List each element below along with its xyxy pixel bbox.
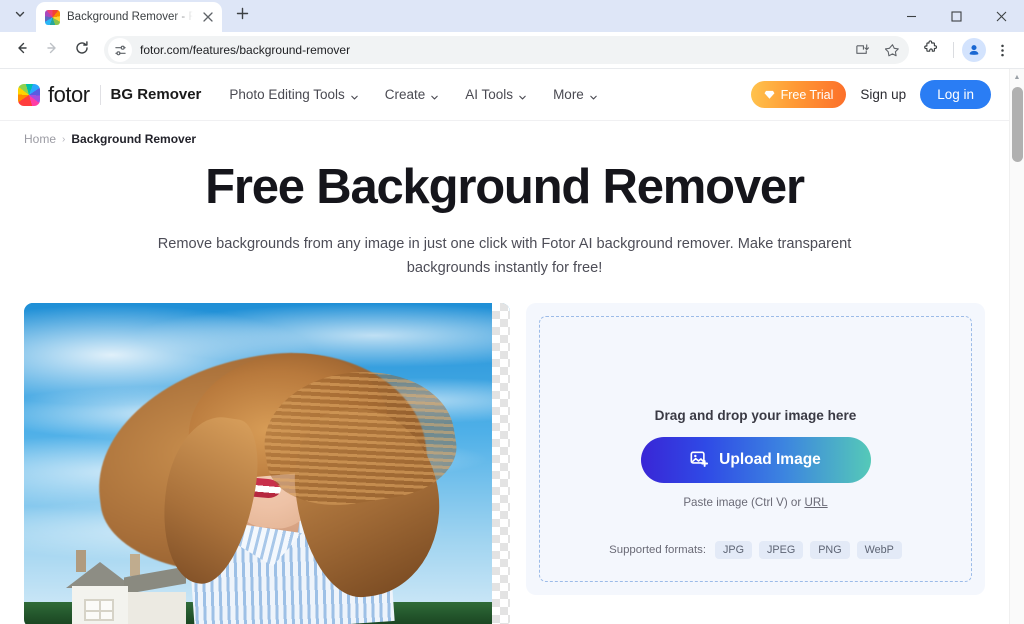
sign-up-link[interactable]: Sign up [860,87,906,102]
star-icon[interactable] [881,39,903,61]
supported-formats-label: Supported formats: [609,543,707,556]
image-upload-icon [690,450,709,469]
browser-toolbar: fotor.com/features/background-remover [0,32,1024,68]
page-title: Free Background Remover [205,160,805,214]
preview-image [24,302,510,624]
diamond-icon [764,89,775,100]
tab-title: Background Remover - Remove [67,11,193,23]
nav-item-more[interactable]: More [553,87,598,102]
checkerboard-transparency-strip [492,302,510,624]
main-nav: Photo Editing Tools Create AI Tools More [229,87,597,102]
close-icon[interactable] [200,9,216,25]
format-badge-png: PNG [810,540,850,559]
log-in-button[interactable]: Log in [920,80,991,109]
reload-button[interactable] [68,36,96,64]
breadcrumb-current: Background Remover [71,132,197,146]
extensions-button[interactable] [917,36,945,64]
breadcrumb-separator-icon: › [62,133,66,145]
browser-tab[interactable]: Background Remover - Remove [36,2,222,32]
forward-arrow-icon [44,40,60,61]
free-trial-button[interactable]: Free Trial [750,81,847,108]
log-in-label: Log in [937,87,974,102]
nav-label: Create [384,87,426,102]
page-settings-icon[interactable] [108,38,132,62]
forward-button[interactable] [38,36,66,64]
new-tab-button[interactable] [228,2,256,30]
page-viewport: fotor BG Remover Photo Editing Tools Cre… [0,68,1024,624]
tab-search-button[interactable] [6,2,34,30]
dropzone-title: Drag and drop your image here [654,407,857,423]
upload-panel: Drag and drop your image here Upload Ima… [526,302,985,595]
upload-image-label: Upload Image [719,450,821,468]
format-badge-webp: WebP [856,540,902,559]
breadcrumb-home-link[interactable]: Home [24,132,56,146]
upload-image-button[interactable]: Upload Image [640,436,871,483]
supported-formats: Supported formats: JPG JPEG PNG WebP [540,540,971,559]
toolbar-divider [953,42,954,58]
close-window-button[interactable] [979,0,1024,32]
format-badge-jpeg: JPEG [759,540,804,559]
fotor-color-wheel-icon [45,9,60,25]
nav-label: More [553,87,584,102]
reload-icon [74,40,90,61]
back-button[interactable] [8,36,36,64]
puzzle-piece-icon [923,39,939,61]
nav-item-photo-editing-tools[interactable]: Photo Editing Tools [229,87,358,102]
site-header: fotor BG Remover Photo Editing Tools Cre… [0,69,1009,121]
url-text[interactable]: fotor.com/features/background-remover [140,43,843,57]
page-scrollbar[interactable]: ▲ [1009,69,1024,624]
nav-label: Photo Editing Tools [229,87,345,102]
format-badge-jpg: JPG [715,540,753,559]
scrollbar-thumb[interactable] [1012,87,1023,162]
web-page: fotor BG Remover Photo Editing Tools Cre… [0,69,1009,624]
chevron-down-icon [350,90,359,100]
back-arrow-icon [14,40,30,61]
breadcrumb: Home › Background Remover [0,121,1009,146]
scroll-up-arrow-icon[interactable]: ▲ [1010,69,1024,86]
product-name: BG Remover [110,86,202,103]
header-actions: Free Trial Sign up Log in [750,80,991,109]
chevron-down-icon [430,90,439,100]
free-trial-label: Free Trial [780,87,834,102]
fotor-color-wheel-icon [18,83,40,106]
toolbar-actions [917,36,1016,64]
address-bar[interactable]: fotor.com/features/background-remover [104,36,909,64]
chevron-down-icon [589,90,598,100]
logo-divider [99,84,101,105]
three-dot-menu-icon[interactable] [988,36,1016,64]
chevron-down-icon [518,90,527,100]
nav-item-create[interactable]: Create [385,87,440,102]
nav-label: AI Tools [465,87,514,102]
install-app-icon[interactable] [851,39,873,61]
profile-avatar-icon[interactable] [962,38,986,62]
paste-hint: Paste image (Ctrl V) or URL [683,496,827,509]
dropzone[interactable]: Drag and drop your image here Upload Ima… [539,315,972,582]
nav-item-ai-tools[interactable]: AI Tools [465,87,527,102]
paste-hint-text: Paste image (Ctrl V) or [683,495,805,509]
url-link[interactable]: URL [804,496,827,509]
person-photo-subject [84,328,463,624]
minimize-button[interactable] [889,0,934,32]
hero-panels: Drag and drop your image here Upload Ima… [0,302,1009,624]
logo-wordmark[interactable]: fotor [48,82,90,108]
plus-icon [236,7,249,25]
chevron-down-icon [14,7,26,25]
browser-window: Background Remover - Remove [0,0,1024,624]
maximize-button[interactable] [934,0,979,32]
tab-strip: Background Remover - Remove [0,0,1024,32]
hero-section: Free Background Remover Remove backgroun… [0,146,1009,281]
window-controls [889,0,1024,32]
page-subtitle: Remove backgrounds from any image in jus… [157,235,852,277]
